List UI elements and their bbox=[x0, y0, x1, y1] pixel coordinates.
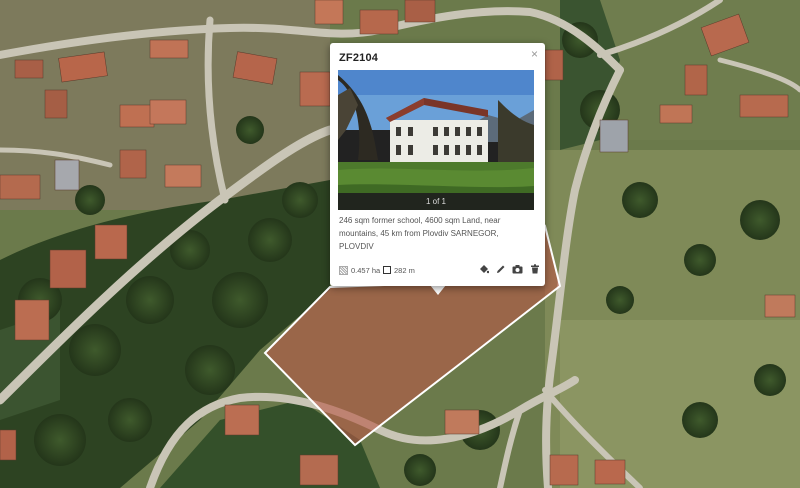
perimeter-value: 282 m bbox=[394, 265, 415, 275]
parcel-id-title: ZF2104 bbox=[339, 52, 379, 64]
area-metric: 0.457 ha bbox=[339, 264, 380, 276]
perimeter-square-icon bbox=[383, 266, 391, 274]
area-value: 0.457 ha bbox=[351, 265, 381, 275]
popup-actions bbox=[477, 262, 541, 275]
pencil-icon[interactable] bbox=[494, 262, 507, 275]
popup-pointer bbox=[430, 285, 446, 295]
paint-bucket-icon[interactable] bbox=[477, 262, 490, 275]
trash-icon[interactable] bbox=[528, 262, 541, 275]
perimeter-metric: 282 m bbox=[383, 264, 415, 276]
close-icon[interactable]: × bbox=[531, 48, 538, 60]
photo-counter: 1 of 1 bbox=[338, 193, 534, 210]
parcel-info-popup: ZF2104 × 1 of 1 246 sqm former school, 4… bbox=[330, 43, 545, 286]
property-description: 246 sqm former school, 4600 sqm Land, ne… bbox=[339, 216, 501, 251]
school-building-image bbox=[338, 70, 534, 210]
property-photo[interactable]: 1 of 1 bbox=[338, 70, 534, 210]
camera-icon[interactable] bbox=[511, 262, 524, 275]
area-hatch-icon bbox=[339, 265, 348, 275]
